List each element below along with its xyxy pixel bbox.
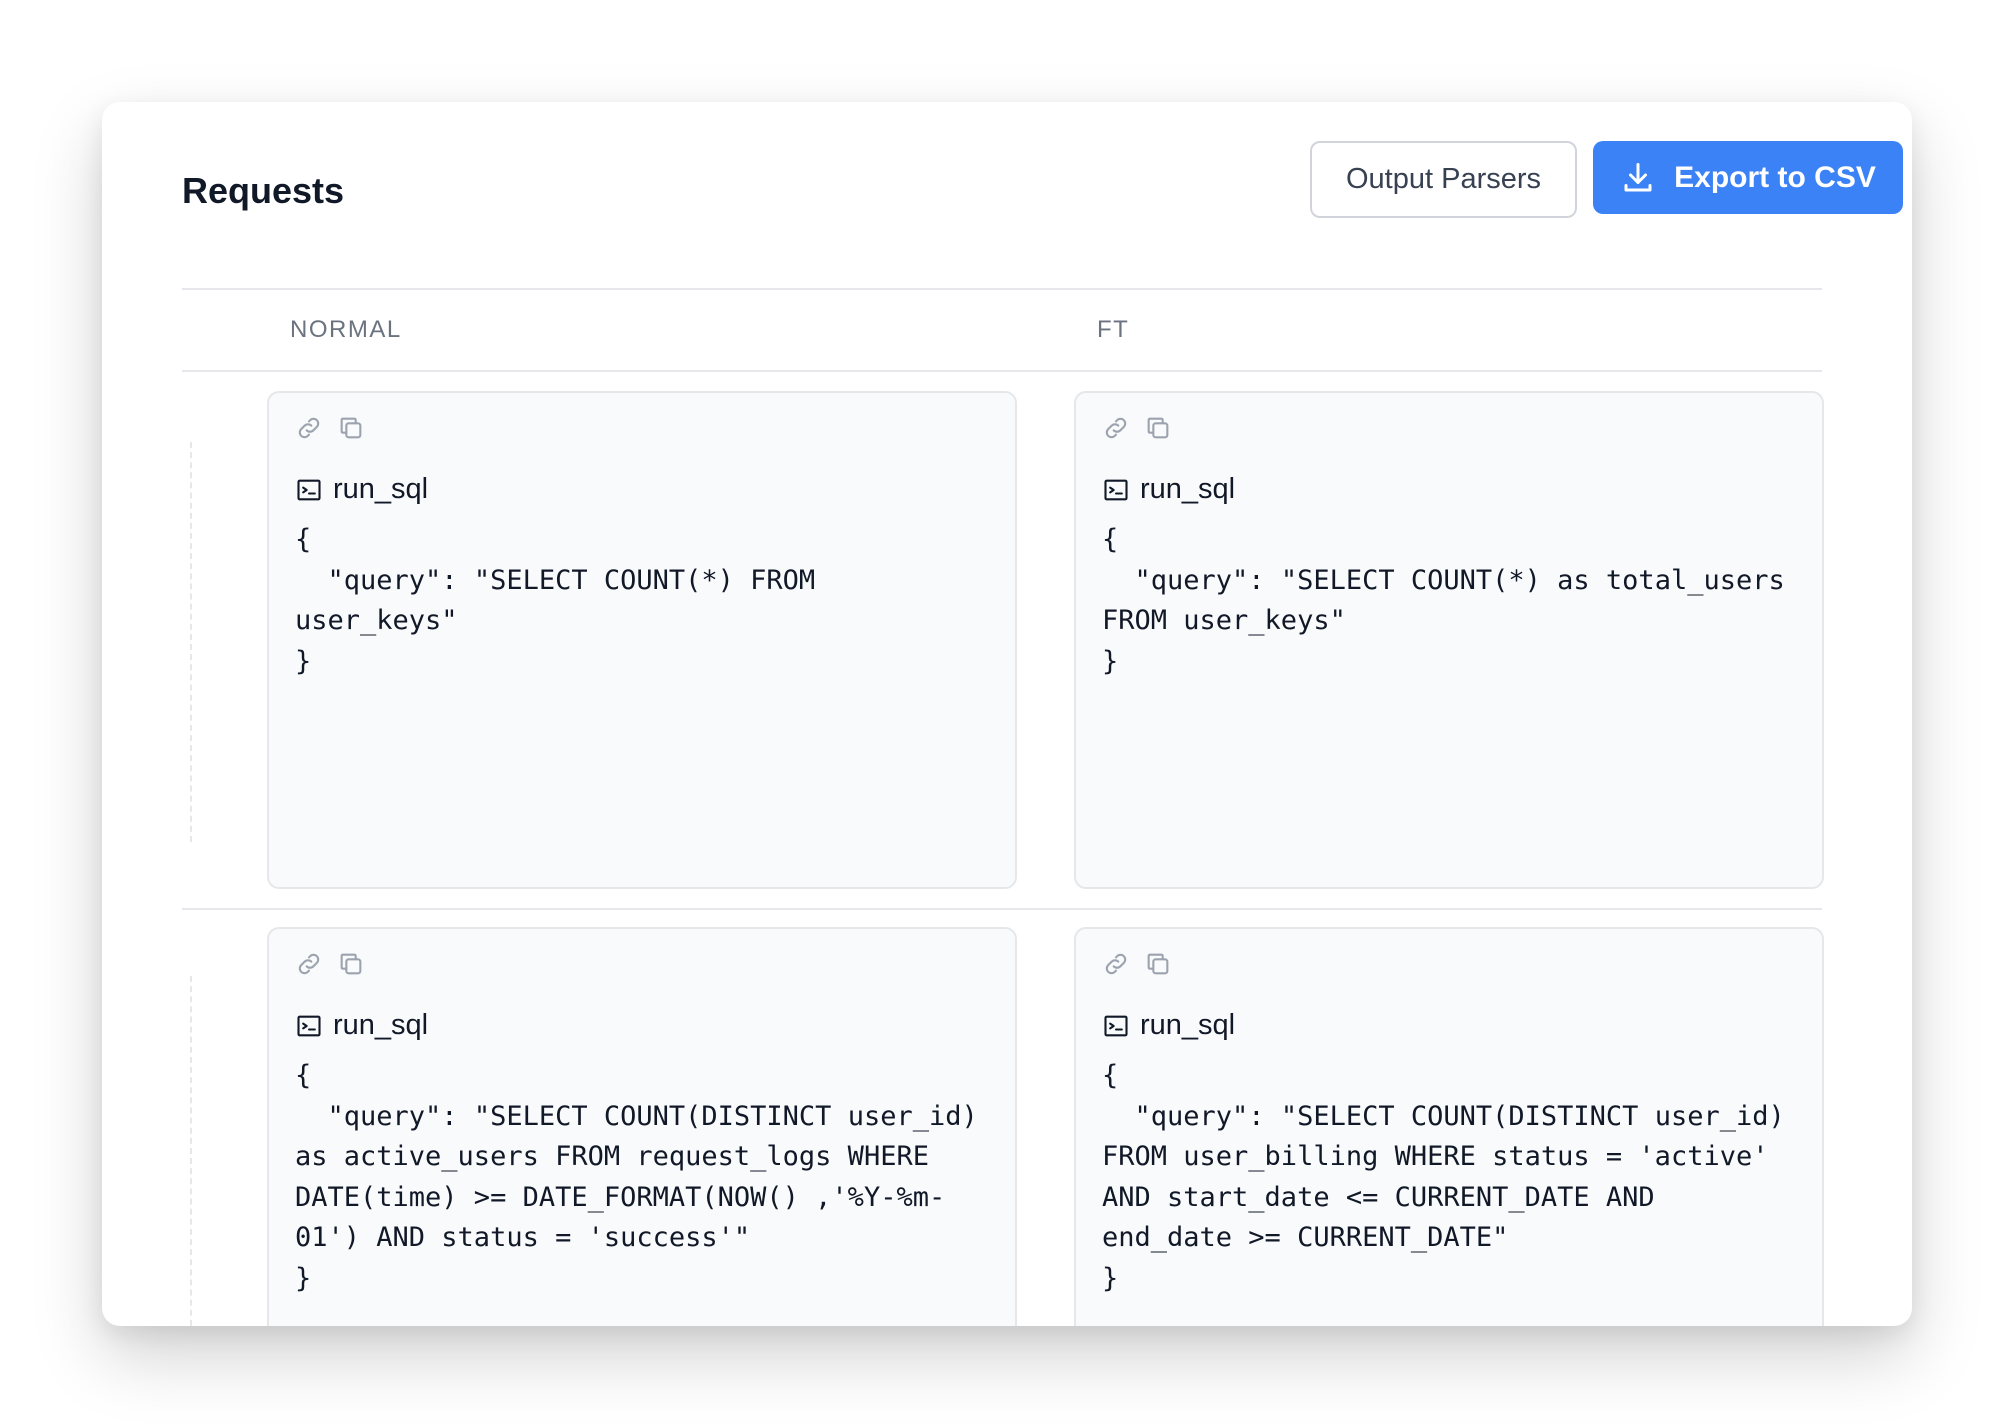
copy-icon[interactable] bbox=[1144, 950, 1172, 978]
tool-name: run_sql bbox=[1140, 1009, 1236, 1041]
row-gutter-line bbox=[190, 976, 192, 1326]
copy-icon[interactable] bbox=[337, 414, 365, 442]
tool-call: run_sql bbox=[1102, 473, 1796, 506]
column-header-divider bbox=[182, 370, 1822, 372]
link-icon[interactable] bbox=[1102, 950, 1130, 978]
column-header-ft: FT bbox=[1097, 316, 1130, 343]
tool-arguments: { "query": "SELECT COUNT(*) FROM user_ke… bbox=[295, 524, 816, 677]
request-cell-ft: run_sql { "query": "SELECT COUNT(*) as t… bbox=[1074, 391, 1824, 889]
export-csv-button[interactable]: Export to CSV bbox=[1593, 141, 1903, 214]
header-divider bbox=[182, 288, 1822, 290]
tool-arguments: { "query": "SELECT COUNT(DISTINCT user_i… bbox=[1102, 1060, 1785, 1294]
row-gutter-line bbox=[190, 442, 192, 842]
tool-call: run_sql bbox=[1102, 1009, 1796, 1042]
request-cell-ft: run_sql { "query": "SELECT COUNT(DISTINC… bbox=[1074, 927, 1824, 1326]
request-cell-normal: run_sql { "query": "SELECT COUNT(*) FROM… bbox=[267, 391, 1017, 889]
terminal-icon bbox=[1102, 1012, 1130, 1040]
export-csv-label: Export to CSV bbox=[1674, 160, 1876, 194]
requests-panel: Requests Output Parsers Export to CSV NO… bbox=[102, 102, 1912, 1326]
output-parsers-label: Output Parsers bbox=[1345, 163, 1542, 195]
copy-icon[interactable] bbox=[1144, 414, 1172, 442]
terminal-icon bbox=[1102, 476, 1130, 504]
terminal-icon bbox=[295, 476, 323, 504]
page-title: Requests bbox=[182, 170, 345, 211]
link-icon[interactable] bbox=[1102, 414, 1130, 442]
terminal-icon bbox=[295, 1012, 323, 1040]
row-divider bbox=[182, 908, 1822, 910]
request-cell-normal: run_sql { "query": "SELECT COUNT(DISTINC… bbox=[267, 927, 1017, 1326]
tool-call: run_sql bbox=[295, 1009, 989, 1042]
tool-arguments: { "query": "SELECT COUNT(*) as total_use… bbox=[1102, 524, 1785, 677]
column-header-normal: NORMAL bbox=[290, 316, 402, 343]
tool-call: run_sql bbox=[295, 473, 989, 506]
link-icon[interactable] bbox=[295, 950, 323, 978]
tool-arguments: { "query": "SELECT COUNT(DISTINCT user_i… bbox=[295, 1060, 978, 1294]
link-icon[interactable] bbox=[295, 414, 323, 442]
copy-icon[interactable] bbox=[337, 950, 365, 978]
output-parsers-button[interactable]: Output Parsers bbox=[1310, 141, 1577, 218]
download-icon bbox=[1620, 160, 1656, 196]
tool-name: run_sql bbox=[333, 473, 429, 505]
tool-name: run_sql bbox=[333, 1009, 429, 1041]
tool-name: run_sql bbox=[1140, 473, 1236, 505]
